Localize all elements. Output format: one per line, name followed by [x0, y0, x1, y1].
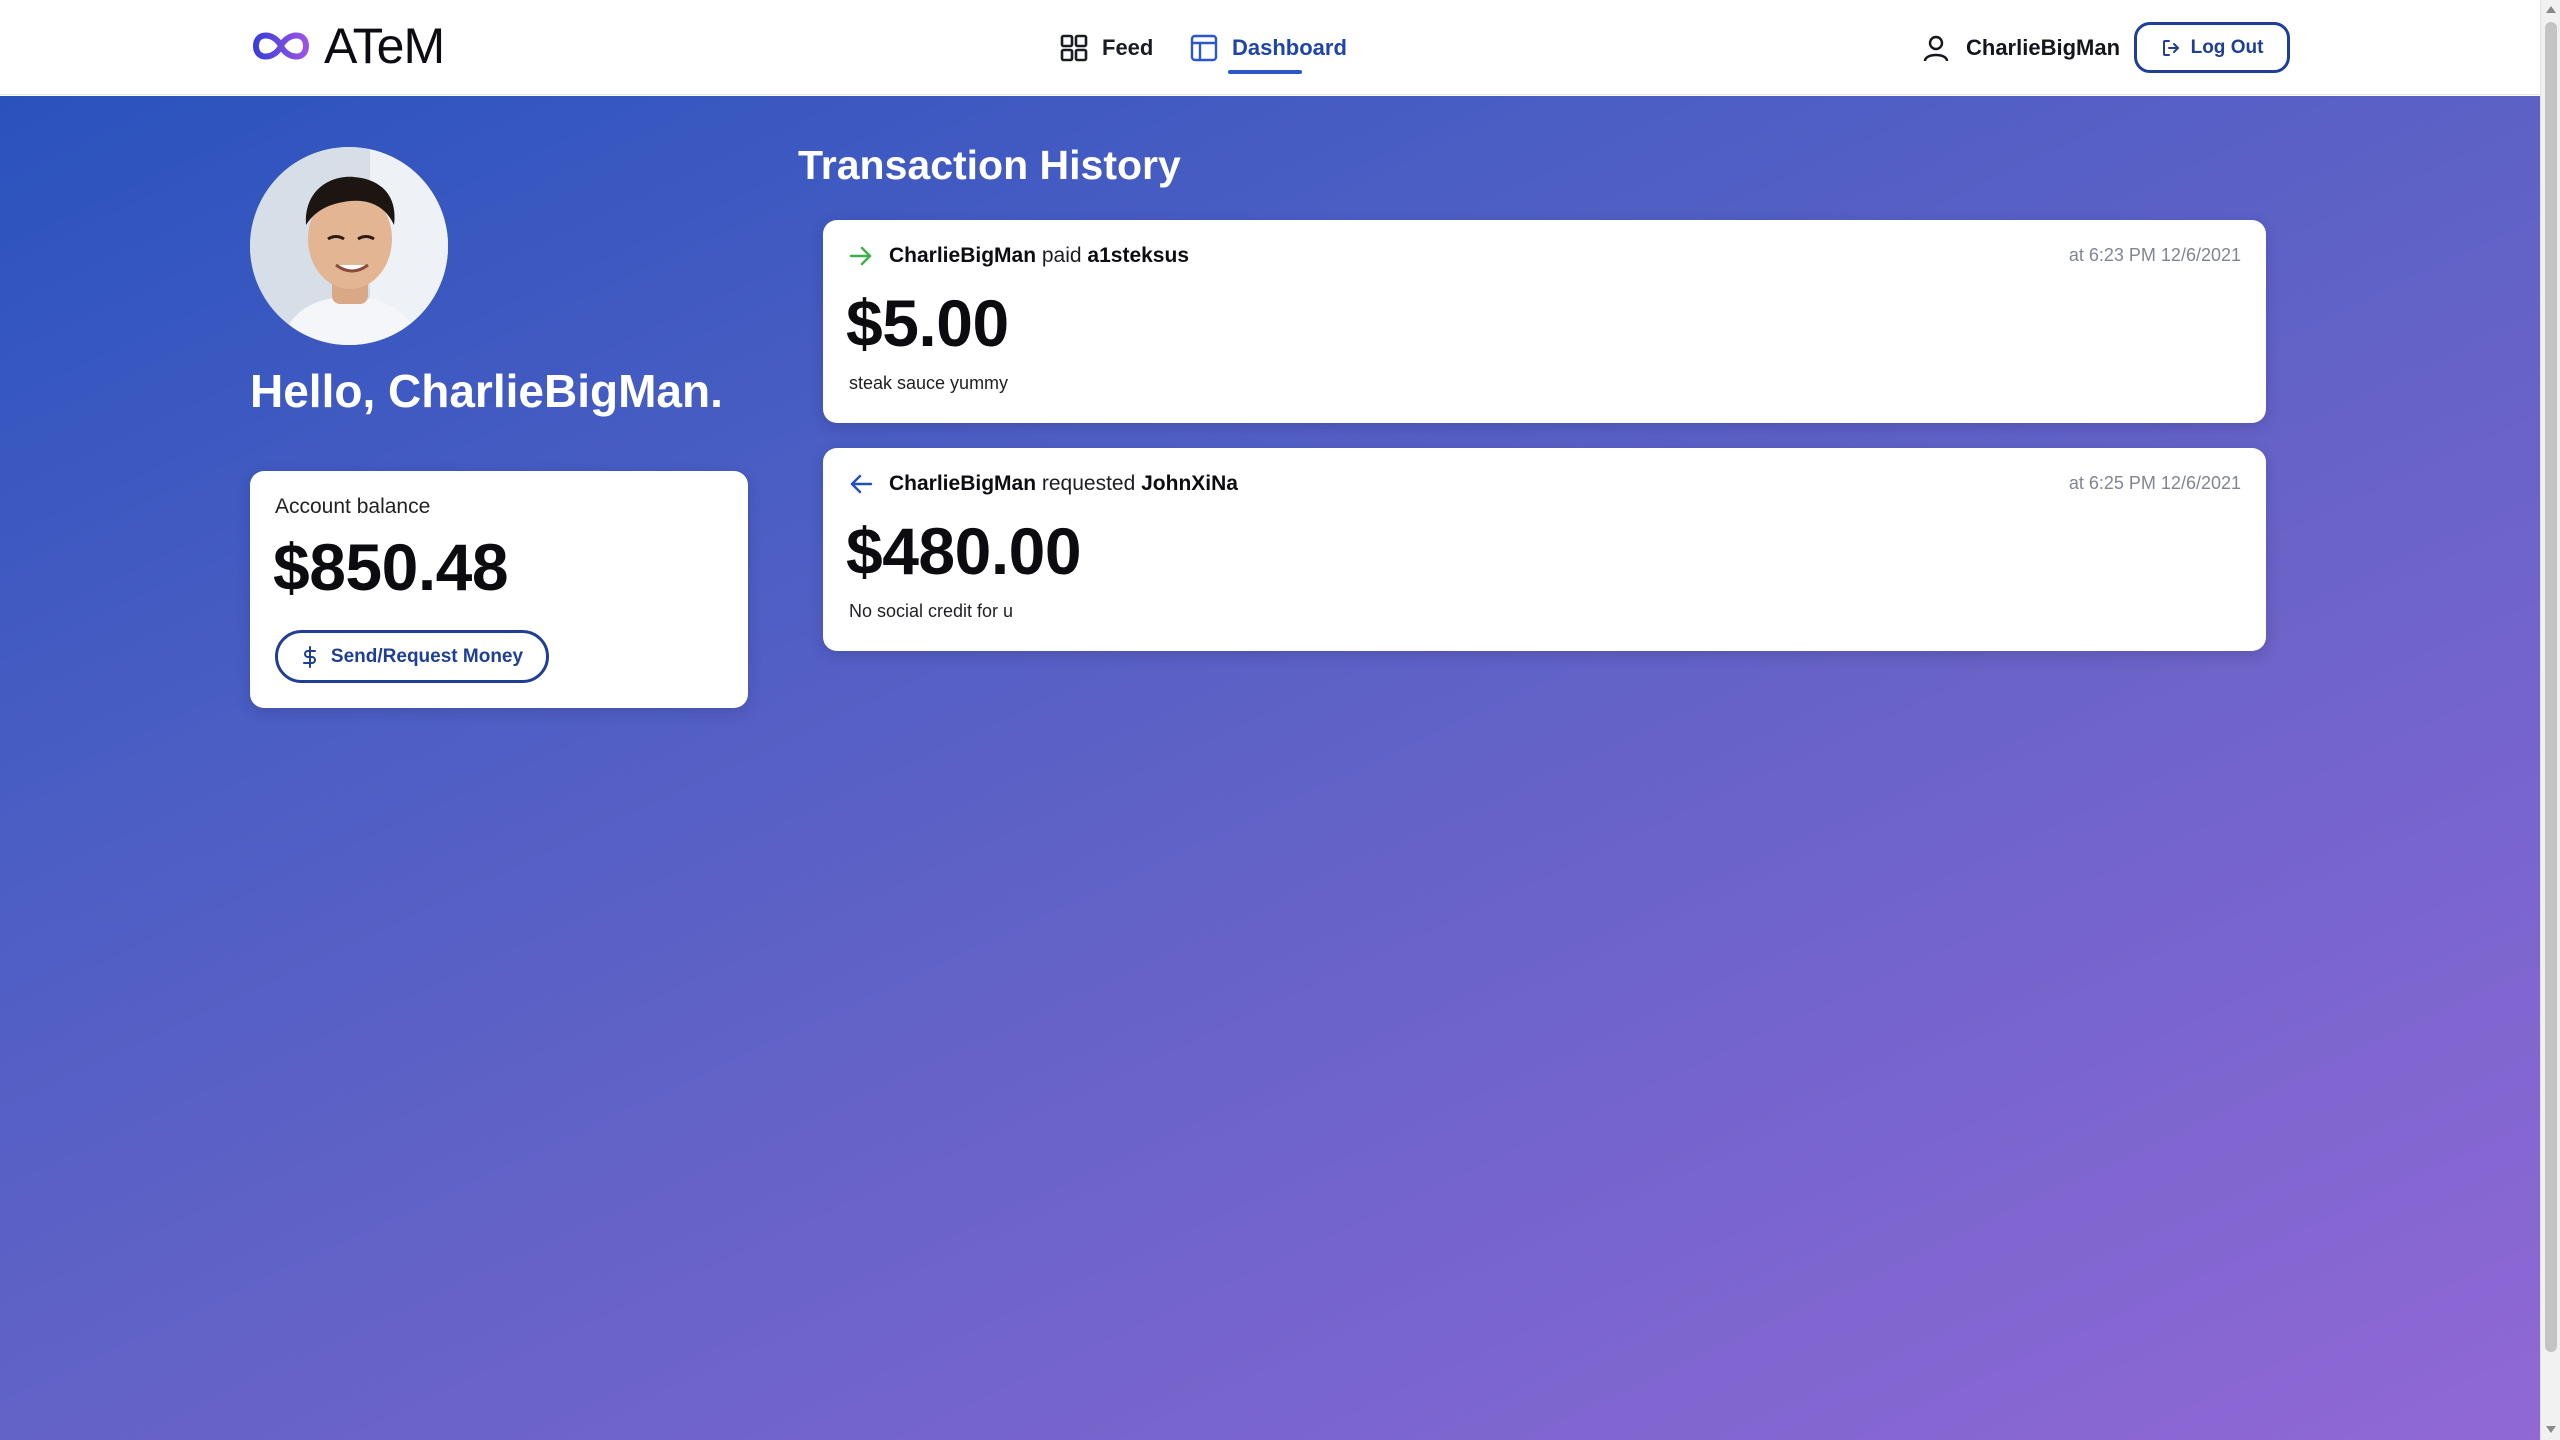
scrollbar-thumb[interactable] — [2545, 22, 2557, 1352]
transaction-card[interactable]: CharlieBigMan paid a1steksus at 6:23 PM … — [823, 220, 2266, 423]
transaction-summary: CharlieBigMan paid a1steksus — [849, 244, 1189, 268]
balance-label: Account balance — [275, 495, 431, 518]
greeting-heading: Hello, CharlieBigMan. — [250, 365, 723, 417]
transaction-action: paid — [1041, 244, 1082, 267]
transaction-timestamp: at 6:25 PM 12/6/2021 — [2068, 473, 2241, 493]
arrow-right-icon — [849, 245, 873, 267]
page: ATeM Feed Dashboard CharlieBigMan Log Ou… — [0, 0, 2560, 1440]
transaction-timestamp: at 6:23 PM 12/6/2021 — [2068, 245, 2241, 265]
balance-value: $850.48 — [273, 530, 509, 604]
transaction-recipient[interactable]: a1steksus — [1087, 244, 1189, 267]
vertical-scrollbar[interactable] — [2540, 0, 2560, 1440]
app-logo[interactable]: ATeM — [250, 18, 445, 74]
user-icon — [1922, 34, 1950, 62]
send-request-money-label: Send/Request Money — [330, 645, 524, 667]
scroll-up-icon[interactable] — [2546, 6, 2556, 13]
active-tab-indicator — [1228, 70, 1302, 74]
send-request-money-button[interactable]: Send/Request Money — [275, 630, 549, 683]
logout-button[interactable]: Log Out — [2134, 22, 2290, 73]
top-nav-bar: ATeM Feed Dashboard CharlieBigMan Log Ou… — [0, 0, 2540, 95]
current-user[interactable]: CharlieBigMan — [1922, 0, 2120, 95]
nav-tab-feed-label: Feed — [1102, 34, 1154, 60]
transaction-sender[interactable]: CharlieBigMan — [889, 472, 1036, 495]
nav-tab-dashboard[interactable]: Dashboard — [1190, 0, 1347, 95]
transaction-summary: CharlieBigMan requested JohnXiNa — [849, 472, 1238, 496]
scroll-down-icon[interactable] — [2546, 1426, 2556, 1433]
logout-label: Log Out — [2190, 36, 2264, 58]
infinity-icon — [250, 25, 312, 67]
app-name: ATeM — [324, 18, 445, 74]
transaction-amount: $5.00 — [846, 286, 1009, 360]
transaction-history-title: Transaction History — [798, 142, 1181, 188]
transaction-recipient[interactable]: JohnXiNa — [1141, 472, 1238, 495]
nav-tab-dashboard-label: Dashboard — [1232, 34, 1347, 60]
transaction-note: No social credit for u — [849, 601, 1014, 621]
nav-tab-feed[interactable]: Feed — [1060, 0, 1153, 95]
avatar — [250, 147, 448, 345]
layout-icon — [1190, 34, 1218, 62]
logout-icon — [2161, 38, 2181, 58]
transaction-amount: $480.00 — [846, 514, 1082, 588]
transaction-action: requested — [1041, 472, 1136, 495]
dollar-icon — [301, 645, 319, 668]
balance-card: Account balance $850.48 Send/Request Mon… — [250, 471, 748, 708]
grid-icon — [1060, 34, 1088, 62]
current-username: CharlieBigMan — [1966, 34, 2121, 60]
arrow-left-icon — [849, 473, 873, 495]
transaction-sender[interactable]: CharlieBigMan — [889, 244, 1036, 267]
transaction-card[interactable]: CharlieBigMan requested JohnXiNa at 6:25… — [823, 448, 2266, 651]
transaction-note: steak sauce yummy — [849, 373, 1009, 393]
